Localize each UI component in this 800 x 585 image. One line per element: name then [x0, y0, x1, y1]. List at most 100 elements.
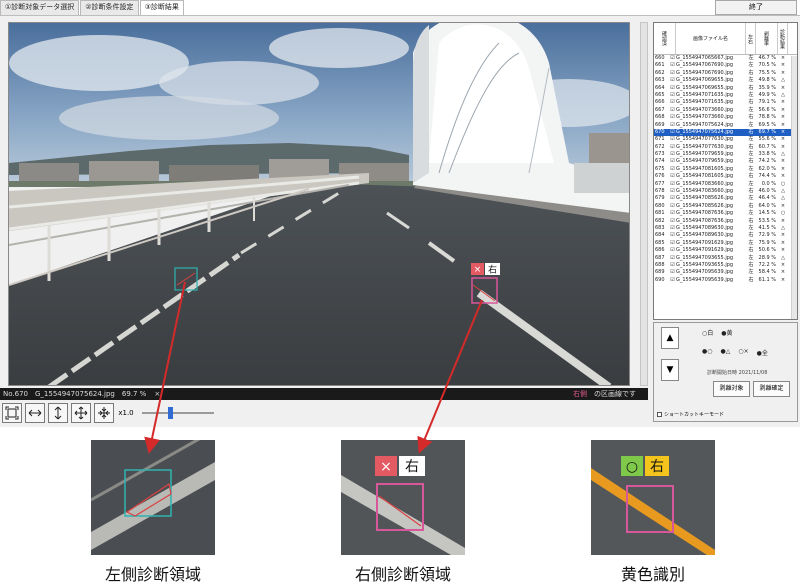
zoom-slider-handle[interactable] [168, 407, 173, 419]
row-checkbox[interactable]: ☑ [669, 158, 676, 165]
table-row[interactable]: 661 ☑ G_1554947067690.jpg 左 70.5 % × [654, 62, 797, 69]
row-peel-rate: 69.5 % [758, 121, 776, 128]
table-row[interactable]: 680 ☑ G_1554947085626.jpg 右 64.0 % × [654, 203, 797, 210]
row-checkbox[interactable]: ☑ [669, 203, 676, 210]
table-row[interactable]: 663 ☑ G_1554947069655.jpg 左 49.8 % △ [654, 77, 797, 84]
table-row[interactable]: 682 ☑ G_1554947087636.jpg 右 53.5 % × [654, 218, 797, 225]
col-peel-rate[interactable]: 剥離率 [756, 23, 778, 54]
row-checkbox[interactable]: ☑ [669, 85, 676, 92]
fit-width-button[interactable] [25, 403, 45, 423]
table-row[interactable]: 689 ☑ G_1554947095639.jpg 左 58.4 % × [654, 269, 797, 276]
row-checkbox[interactable]: ☑ [669, 114, 676, 121]
col-result[interactable]: 診断結果 [778, 23, 788, 54]
table-row[interactable]: 664 ☑ G_1554947069655.jpg 右 35.9 % × [654, 85, 797, 92]
row-checkbox[interactable]: ☑ [669, 55, 676, 62]
table-row[interactable]: 674 ☑ G_1554947079659.jpg 右 74.2 % × [654, 158, 797, 165]
table-row[interactable]: 670 ☑ G_1554947075624.jpg 右 69.7 % × [654, 128, 797, 137]
filter-white[interactable]: ○白 [702, 328, 713, 337]
col-filename[interactable]: 画像ファイル名 [676, 23, 746, 54]
row-checkbox[interactable]: ☑ [669, 210, 676, 217]
row-checkbox[interactable]: ☑ [669, 225, 676, 232]
table-row[interactable]: 685 ☑ G_1554947091629.jpg 左 75.9 % × [654, 240, 797, 247]
tab-results[interactable]: ③診断結果 [139, 0, 184, 15]
list-scrollbar[interactable] [791, 56, 797, 319]
shortcut-checkbox[interactable] [657, 412, 662, 417]
row-checkbox[interactable]: ☑ [669, 166, 676, 173]
row-checkbox[interactable]: ☑ [669, 62, 676, 69]
table-row[interactable]: 673 ☑ G_1554947079659.jpg 左 33.8 % △ [654, 151, 797, 158]
row-checkbox[interactable]: ☑ [669, 240, 676, 247]
row-checkbox[interactable]: ☑ [669, 136, 676, 143]
row-checkbox[interactable]: ☑ [669, 277, 676, 284]
row-result: × [780, 173, 786, 180]
tab-data-select[interactable]: ①診断対象データ選択 [0, 0, 80, 15]
filter-yellow[interactable]: ●黄 [721, 328, 732, 337]
row-checkbox[interactable]: ☑ [669, 107, 676, 114]
collapse-button[interactable] [94, 403, 114, 423]
row-checkbox[interactable]: ☑ [669, 262, 676, 269]
viewer-scrollbar[interactable] [640, 22, 648, 386]
row-filename: G_1554947081605.jpg [676, 165, 734, 172]
filter-all[interactable]: ●全 [757, 348, 768, 357]
table-row[interactable]: 677 ☑ G_1554947083660.jpg 左 0.0 % ○ [654, 181, 797, 188]
row-checkbox[interactable]: ☑ [669, 247, 676, 254]
table-row[interactable]: 672 ☑ G_1554947077630.jpg 右 60.7 % × [654, 144, 797, 151]
row-checkbox[interactable]: ☑ [669, 99, 676, 106]
table-row[interactable]: 687 ☑ G_1554947093655.jpg 左 28.9 % △ [654, 255, 797, 262]
fit-height-button[interactable] [48, 403, 68, 423]
table-row[interactable]: 668 ☑ G_1554947073660.jpg 右 78.8 % × [654, 114, 797, 121]
table-row[interactable]: 683 ☑ G_1554947089630.jpg 左 41.5 % △ [654, 225, 797, 232]
row-peel-rate: 46.7 % [758, 55, 776, 61]
table-row[interactable]: 681 ☑ G_1554947087636.jpg 左 14.5 % ○ [654, 210, 797, 217]
table-row[interactable]: 690 ☑ G_1554947095639.jpg 右 61.1 % × [654, 277, 797, 284]
peel-confirm-button[interactable]: 剥離確定 [753, 381, 790, 397]
prev-button[interactable]: ▲ [661, 327, 679, 349]
row-checkbox[interactable]: ☑ [669, 122, 676, 129]
status-close-icon[interactable]: × [154, 390, 160, 398]
expand-button[interactable] [71, 403, 91, 423]
table-row[interactable]: 686 ☑ G_1554947091629.jpg 右 50.6 % × [654, 247, 797, 254]
row-checkbox[interactable]: ☑ [669, 70, 676, 77]
table-row[interactable]: 671 ☑ G_1554947077630.jpg 左 55.6 % × [654, 136, 797, 143]
table-row[interactable]: 660 ☑ G_1554947065667.jpg 左 46.7 % × [654, 55, 797, 62]
peel-target-button[interactable]: 剥離対象 [713, 381, 750, 397]
row-peel-rate: 41.5 % [758, 224, 776, 231]
table-row[interactable]: 676 ☑ G_1554947081605.jpg 右 74.4 % × [654, 173, 797, 180]
row-checkbox[interactable]: ☑ [669, 195, 676, 202]
row-checkbox[interactable]: ☑ [669, 218, 676, 225]
row-checkbox[interactable]: ☑ [669, 255, 676, 262]
table-row[interactable]: 688 ☑ G_1554947093655.jpg 右 72.2 % × [654, 262, 797, 269]
row-checkbox[interactable]: ☑ [669, 77, 676, 84]
row-checkbox[interactable]: ☑ [669, 144, 676, 151]
row-side: 左 [748, 195, 754, 202]
road-image-viewer[interactable]: × 右 [8, 22, 630, 386]
exit-button[interactable]: 終了 [715, 0, 797, 15]
table-row[interactable]: 662 ☑ G_1554947067690.jpg 右 75.5 % × [654, 70, 797, 77]
shortcut-mode[interactable]: ショートカットキーモード [657, 411, 724, 418]
row-checkbox[interactable]: ☑ [669, 269, 676, 276]
table-row[interactable]: 678 ☑ G_1554947083660.jpg 右 46.0 % △ [654, 188, 797, 195]
table-row[interactable]: 679 ☑ G_1554947085626.jpg 左 46.4 % △ [654, 195, 797, 202]
table-row[interactable]: 669 ☑ G_1554947075624.jpg 左 69.5 % × [654, 122, 797, 129]
table-row[interactable]: 665 ☑ G_1554947071635.jpg 左 49.9 % △ [654, 92, 797, 99]
table-row[interactable]: 684 ☑ G_1554947089630.jpg 右 72.9 % × [654, 232, 797, 239]
row-checkbox[interactable]: ☑ [669, 129, 676, 136]
row-checkbox[interactable]: ☑ [669, 151, 676, 158]
fit-window-button[interactable] [2, 403, 22, 423]
filter-ok[interactable]: ●○ [702, 348, 712, 357]
row-checkbox[interactable]: ☑ [669, 173, 676, 180]
table-row[interactable]: 666 ☑ G_1554947071635.jpg 右 79.1 % × [654, 99, 797, 106]
table-row[interactable]: 667 ☑ G_1554947073660.jpg 左 56.6 % × [654, 107, 797, 114]
table-row[interactable]: 675 ☑ G_1554947081605.jpg 左 62.0 % × [654, 166, 797, 173]
row-checkbox[interactable]: ☑ [669, 232, 676, 239]
row-checkbox[interactable]: ☑ [669, 181, 676, 188]
zoom-slider[interactable] [138, 403, 218, 423]
filter-caution[interactable]: ●△ [720, 348, 730, 357]
filter-ng[interactable]: ○× [738, 348, 748, 357]
next-button[interactable]: ▼ [661, 359, 679, 381]
row-checkbox[interactable]: ☑ [669, 188, 676, 195]
col-checked[interactable]: 確認済 [654, 23, 676, 54]
tab-conditions[interactable]: ②診断条件設定 [80, 0, 139, 15]
row-checkbox[interactable]: ☑ [669, 92, 676, 99]
col-side[interactable]: 左右 [746, 23, 756, 54]
